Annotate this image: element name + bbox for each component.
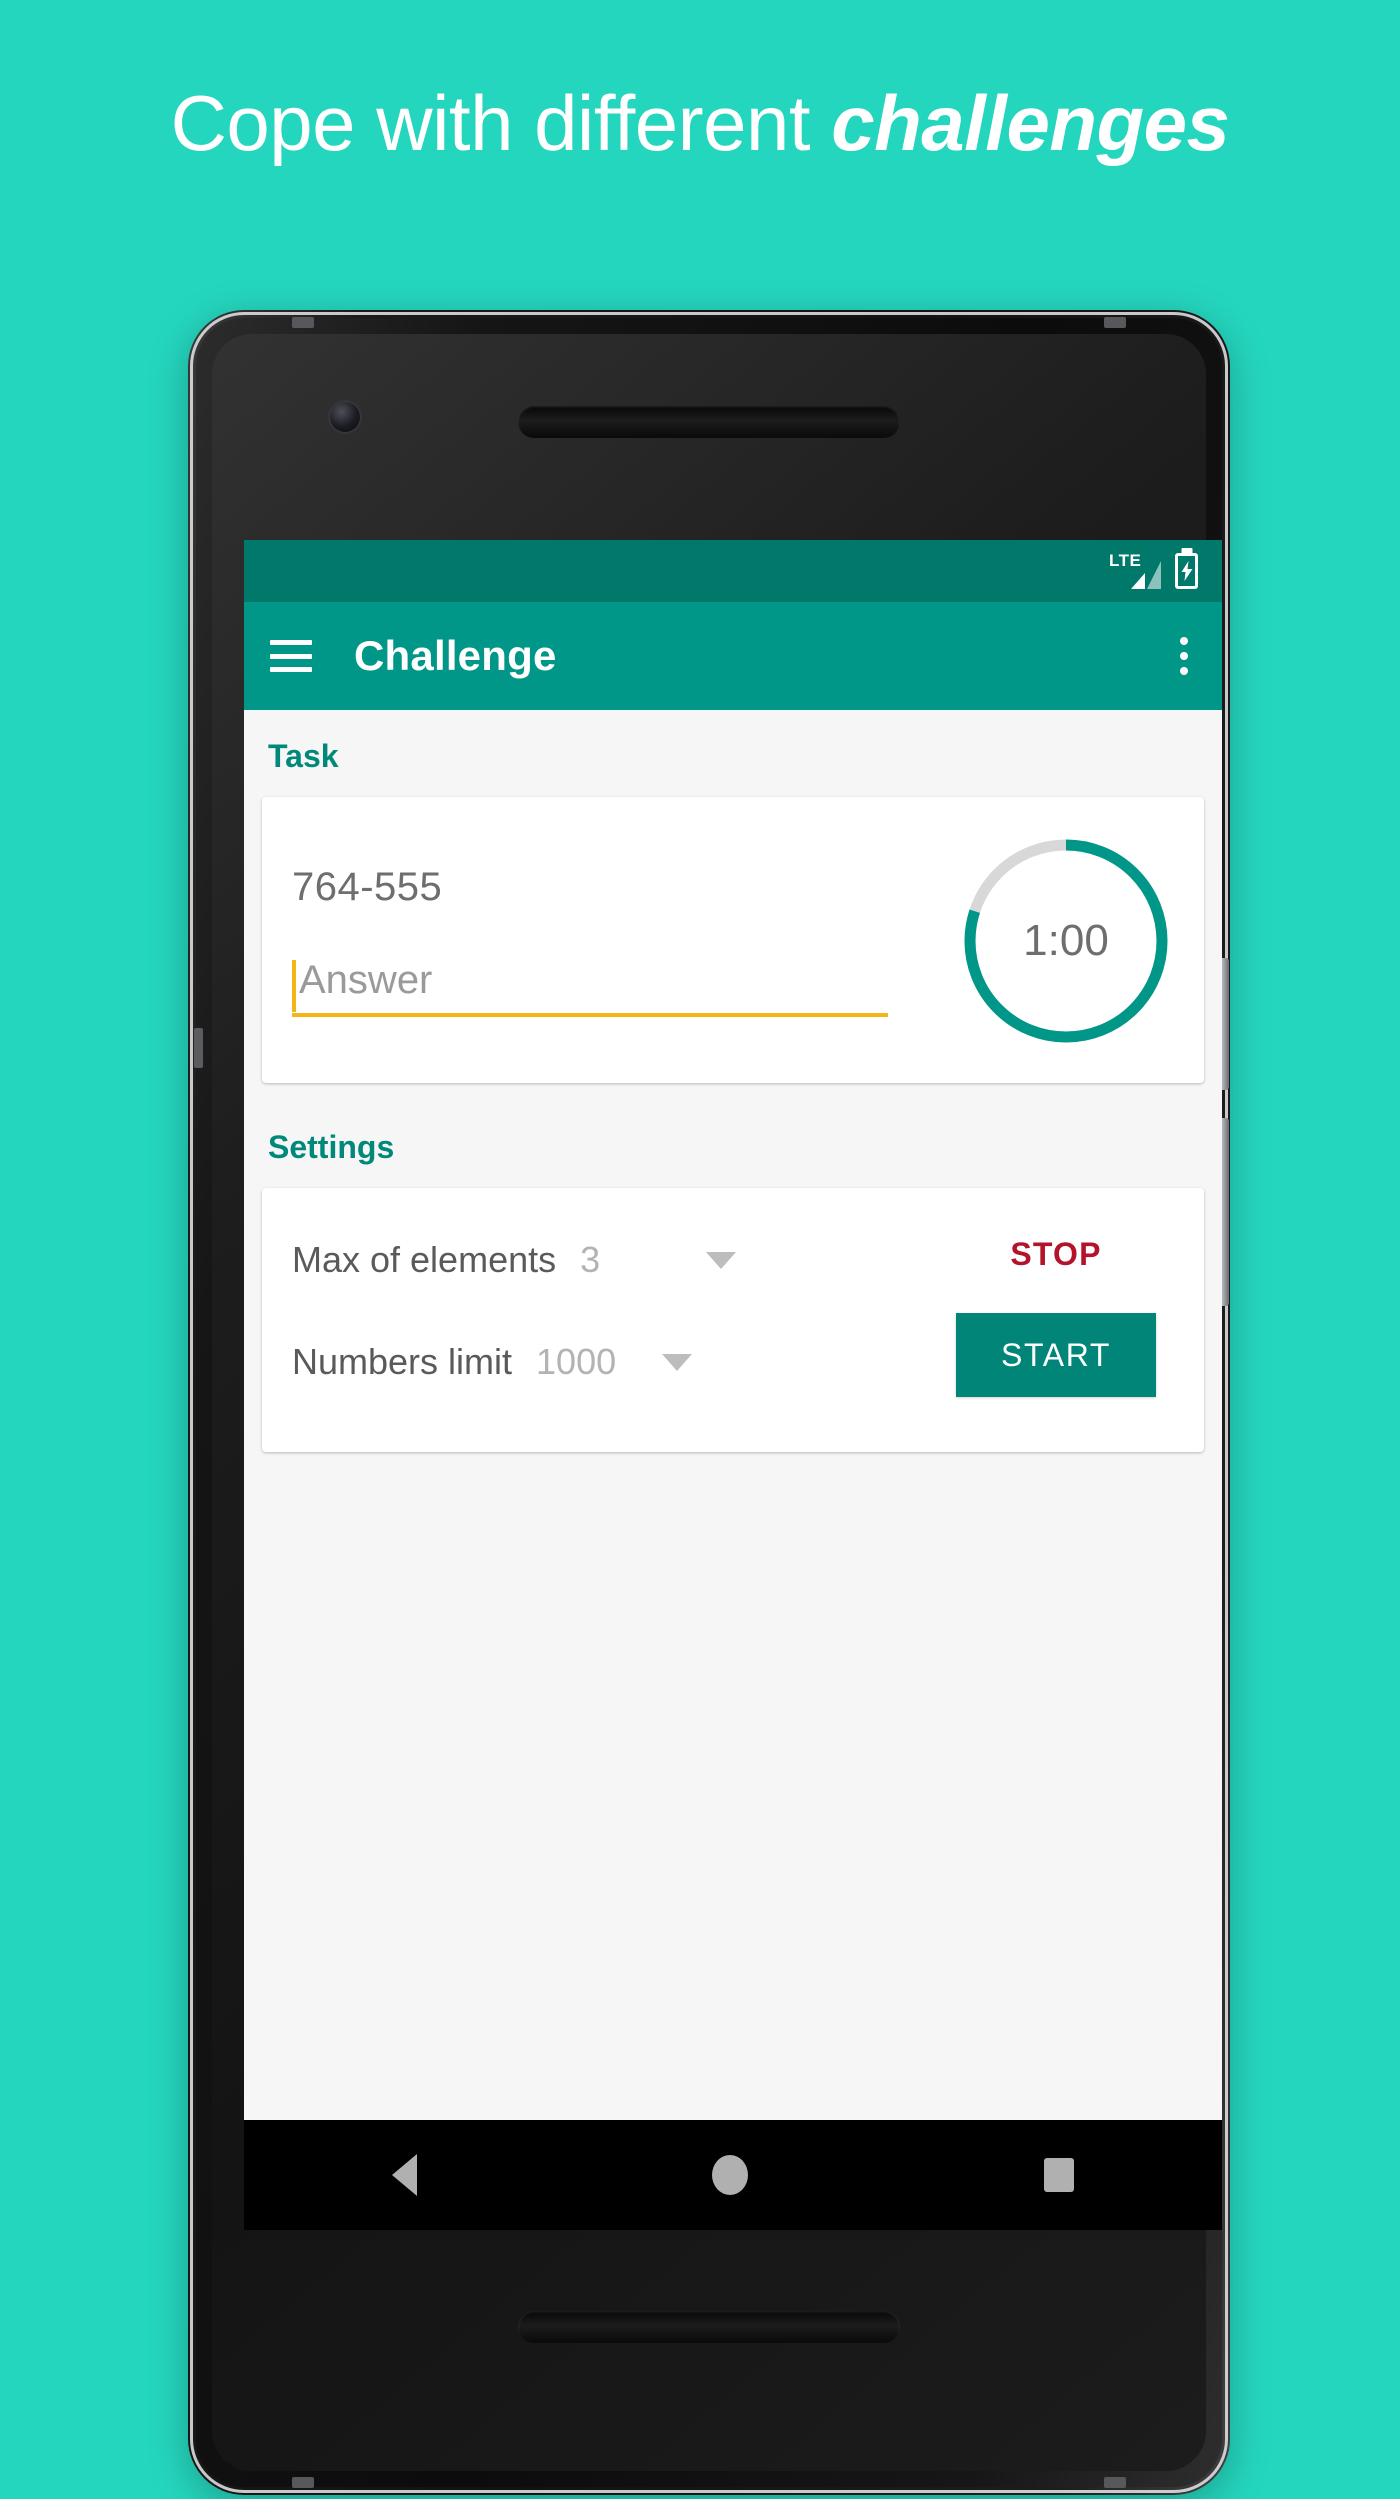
status-bar-icons: LTE (1109, 540, 1198, 602)
front-camera-icon (330, 402, 360, 432)
task-card: 764-555 Answer 1:00 (262, 797, 1204, 1083)
stop-button[interactable]: STOP (988, 1222, 1123, 1287)
start-button[interactable]: START (956, 1313, 1156, 1397)
promo-screenshot: Cope with different challenges LTE Chall… (0, 0, 1400, 2499)
overflow-menu-icon[interactable] (1180, 637, 1188, 675)
settings-actions: STOP START (938, 1222, 1174, 1397)
answer-input[interactable]: Answer (292, 958, 889, 1017)
timer-value: 1:00 (1023, 916, 1109, 965)
phone-body: LTE Challenge Task 764-555 Answer 1:00 S… (194, 317, 1229, 2488)
antenna-nub-left-edge (194, 1028, 203, 1068)
phone-glass-panel: LTE Challenge Task 764-555 Answer 1:00 S… (212, 334, 1222, 2471)
antenna-nub-bottom-left (292, 2477, 314, 2488)
antenna-nub-top-right (1104, 317, 1126, 328)
bottom-speaker-icon (518, 2311, 900, 2343)
task-expression: 764-555 (292, 865, 443, 909)
signal-bars-icon: LTE (1109, 551, 1161, 589)
setting-label-max-elements: Max of elements (292, 1239, 557, 1280)
settings-card: Max of elements 3 Numbers limit 1000 STO… (262, 1188, 1204, 1452)
task-section-label: Task (268, 738, 339, 774)
app-bar-title: Challenge (354, 632, 557, 679)
back-triangle-icon[interactable] (391, 2154, 417, 2196)
antenna-nub-bottom-right (1104, 2477, 1126, 2488)
charging-bolt-glyph (1181, 561, 1192, 581)
phone-screen: LTE Challenge Task 764-555 Answer 1:00 S… (244, 540, 1222, 2230)
headline-emphasis-text: challenges (831, 79, 1230, 167)
recents-square-icon[interactable] (1044, 2158, 1075, 2192)
chevron-down-icon-max-elements[interactable] (706, 1251, 737, 1269)
page-title: Cope with different challenges (0, 78, 1400, 169)
battery-charging-icon (1175, 553, 1198, 589)
settings-section-label: Settings (268, 1129, 395, 1165)
phone-frame: LTE Challenge Task 764-555 Answer 1:00 S… (188, 310, 1230, 2495)
android-navigation-bar (244, 2120, 1222, 2230)
task-card-left: 764-555 Answer (292, 865, 958, 1017)
hamburger-menu-icon[interactable] (270, 640, 312, 672)
antenna-nub-top-left (292, 317, 314, 328)
text-caret-icon (292, 960, 296, 1012)
home-circle-icon[interactable] (712, 2155, 749, 2195)
answer-input-placeholder: Answer (299, 958, 433, 1002)
countdown-timer: 1:00 (958, 833, 1174, 1049)
setting-label-numbers-limit: Numbers limit (292, 1341, 513, 1382)
signal-triangle-glyph (1131, 561, 1161, 589)
app-bar: Challenge (244, 602, 1222, 710)
status-bar: LTE (244, 540, 1222, 602)
setting-value-max-elements[interactable]: 3 (580, 1239, 704, 1281)
chevron-down-icon-numbers-limit[interactable] (662, 1353, 693, 1371)
headline-plain-text: Cope with different (170, 79, 832, 167)
setting-value-numbers-limit[interactable]: 1000 (536, 1341, 660, 1383)
screen-content: Task 764-555 Answer 1:00 Settings Max of… (244, 710, 1222, 2120)
earpiece-speaker-icon (518, 406, 900, 438)
